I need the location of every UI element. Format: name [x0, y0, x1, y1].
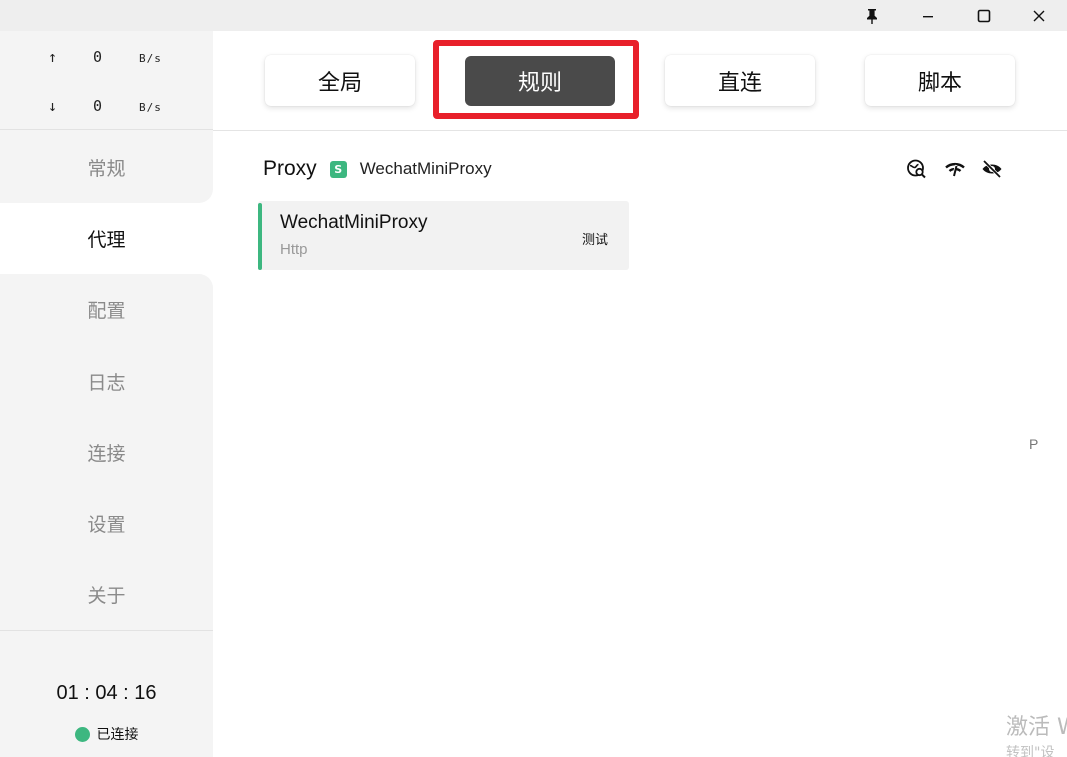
upload-unit: B/s [139, 52, 162, 65]
mode-label: 规则 [517, 71, 562, 96]
sidebar-item-label: 关于 [87, 585, 126, 607]
test-latency-button[interactable]: 测试 [582, 229, 608, 248]
upload-speed: ↑ 0 B/s [0, 45, 213, 69]
proxy-group-title: Proxy [263, 157, 317, 180]
sidebar-item-logs[interactable]: 日志 [0, 346, 213, 417]
pin-icon[interactable] [844, 0, 900, 31]
uptime-timer: 01 : 04 : 16 [56, 682, 157, 704]
traffic-speed-panel: ↑ 0 B/s ↓ 0 B/s [0, 31, 213, 130]
connection-footer: 01 : 04 : 16 已连接 [0, 630, 213, 757]
download-speed: ↓ 0 B/s [0, 94, 213, 118]
sidebar-item-settings[interactable]: 设置 [0, 488, 213, 559]
edge-letter: P [1029, 436, 1039, 452]
minimize-icon[interactable] [900, 0, 956, 31]
proxy-card[interactable]: WechatMiniProxy Http 测试 [258, 201, 629, 270]
proxy-name: WechatMiniProxy [280, 212, 428, 233]
sidebar-item-general[interactable]: 常规 [0, 132, 213, 203]
mode-selector-bar: 全局 规则 直连 脚本 [213, 31, 1067, 131]
sidebar-item-label: 连接 [87, 443, 126, 465]
upload-arrow-icon: ↑ [48, 48, 58, 66]
download-value: 0 [93, 97, 103, 115]
hide-icon[interactable] [980, 157, 1004, 181]
close-icon[interactable] [1011, 0, 1067, 31]
sidebar-item-connections[interactable]: 连接 [0, 417, 213, 488]
selected-accent-bar [258, 203, 262, 270]
sidebar-item-label: 代理 [87, 229, 126, 251]
selected-proxy-name: WechatMiniProxy [359, 159, 492, 178]
sidebar-item-label: 常规 [87, 158, 126, 180]
proxy-group-header[interactable]: Proxy S WechatMiniProxy [263, 154, 492, 184]
upload-value: 0 [93, 48, 103, 66]
proxy-type: Http [280, 241, 308, 258]
sidebar-item-about[interactable]: 关于 [0, 559, 213, 630]
sidebar-item-label: 日志 [87, 372, 126, 394]
maximize-icon[interactable] [956, 0, 1012, 31]
title-bar [0, 0, 1067, 31]
mode-label: 全局 [317, 70, 362, 96]
mode-direct-button[interactable]: 直连 [665, 55, 815, 106]
download-arrow-icon: ↓ [48, 97, 58, 115]
sidebar-item-label: 设置 [87, 514, 126, 536]
mode-rule-button[interactable]: 规则 [465, 56, 615, 106]
latency-test-icon[interactable] [905, 157, 929, 181]
sidebar-item-proxy[interactable]: 代理 [0, 203, 213, 274]
sidebar: ↑ 0 B/s ↓ 0 B/s 常规 代理 配置 日志 连接 设置 关于 01 … [0, 31, 213, 757]
status-label: 已连接 [96, 727, 139, 743]
download-unit: B/s [139, 101, 162, 114]
sidebar-item-label: 配置 [87, 300, 126, 322]
mode-label: 脚本 [917, 70, 962, 96]
status-dot-icon [74, 726, 90, 742]
mode-label: 直连 [717, 70, 762, 96]
group-type-badge: S [329, 160, 347, 178]
mode-global-button[interactable]: 全局 [265, 55, 415, 106]
wifi-icon[interactable] [943, 157, 967, 181]
activation-watermark-sub: 转到"设 [1006, 745, 1055, 757]
sidebar-item-profiles[interactable]: 配置 [0, 274, 213, 345]
mode-script-button[interactable]: 脚本 [865, 55, 1015, 106]
connection-status: 已连接 [0, 724, 213, 744]
